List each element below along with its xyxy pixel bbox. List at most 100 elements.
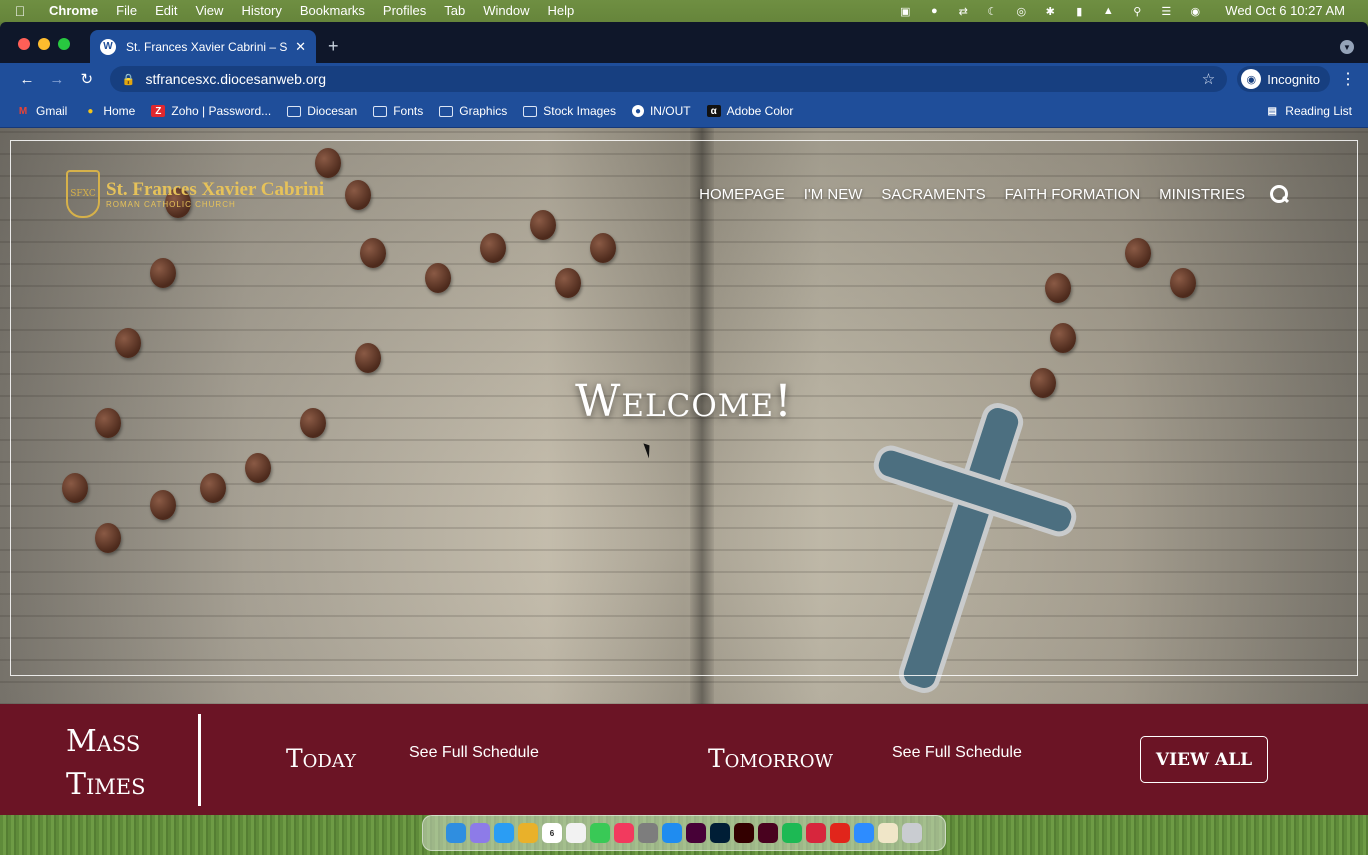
minimize-window-button[interactable] [38, 38, 50, 50]
chrome-menu-icon[interactable]: ⋮ [1340, 69, 1356, 89]
site-logo[interactable]: SFXC St. Frances Xavier Cabrini ROMAN CA… [66, 170, 324, 218]
back-button[interactable]: ← [12, 71, 42, 88]
bookmark-label: Diocesan [307, 104, 358, 118]
settings-icon[interactable] [638, 823, 658, 843]
window-controls [18, 38, 70, 50]
preview-icon[interactable] [878, 823, 898, 843]
trash-icon[interactable] [902, 823, 922, 843]
tab-strip: W St. Frances Xavier Cabrini – Sp ✕ + ▼ [0, 22, 1368, 63]
folder-icon [523, 105, 538, 117]
bookmark-graphics[interactable]: Graphics [431, 104, 515, 118]
search-icon[interactable] [1270, 185, 1288, 203]
reading-list-button[interactable]: ▤ Reading List [1257, 104, 1360, 118]
bookmark-stock-images[interactable]: Stock Images [515, 104, 624, 118]
display-icon[interactable]: ▣ [897, 5, 913, 18]
creative-cloud-icon[interactable]: ● [926, 5, 942, 17]
bookmark-in-out[interactable]: ● IN/OUT [624, 104, 699, 118]
folder-icon [373, 105, 388, 117]
nav-ministries[interactable]: MINISTRIES [1159, 186, 1245, 203]
address-bar[interactable]: 🔒 stfrancesxc.diocesanweb.org ☆ [109, 66, 1228, 92]
lock-icon[interactable]: 🔒 [122, 73, 136, 86]
menu-profiles[interactable]: Profiles [374, 0, 435, 22]
menu-clock[interactable]: Wed Oct 6 10:27 AM [1216, 0, 1354, 22]
calendar-icon[interactable]: 6 [542, 823, 562, 843]
forward-button[interactable]: → [42, 71, 72, 88]
bookmark-adobe-color[interactable]: α Adobe Color [699, 104, 802, 118]
bookmark-label: Home [103, 104, 136, 118]
launchpad-icon[interactable] [470, 823, 490, 843]
siri-icon[interactable]: ◉ [1187, 5, 1203, 18]
profile-button[interactable]: ◉ Incognito [1237, 66, 1331, 92]
bookmark-label: Gmail [36, 104, 68, 118]
active-tab[interactable]: W St. Frances Xavier Cabrini – Sp ✕ [90, 30, 316, 63]
sync-icon[interactable]: ⇄ [955, 5, 971, 18]
bookmark-diocesan[interactable]: Diocesan [279, 104, 365, 118]
reload-button[interactable]: ↻ [72, 70, 102, 88]
site-navigation: HOMEPAGE I'M NEW SACRAMENTS FAITH FORMAT… [699, 185, 1288, 203]
illustrator-icon[interactable] [734, 823, 754, 843]
bookmark-label: Stock Images [543, 104, 616, 118]
menu-history[interactable]: History [232, 0, 290, 22]
bookmark-star-icon[interactable]: ☆ [1202, 70, 1215, 88]
spotify-icon[interactable] [782, 823, 802, 843]
screen-sharing-icon[interactable] [806, 823, 826, 843]
bookmark-gmail[interactable]: M Gmail [8, 104, 75, 118]
view-all-button[interactable]: VIEW ALL [1140, 736, 1268, 783]
nav-homepage[interactable]: HOMEPAGE [699, 186, 785, 203]
chrome-icon[interactable] [518, 823, 538, 843]
moon-icon[interactable]: ☾ [984, 5, 1000, 18]
safari-icon[interactable] [494, 823, 514, 843]
close-window-button[interactable] [18, 38, 30, 50]
menu-help[interactable]: Help [539, 0, 584, 22]
nav-faith-formation[interactable]: FAITH FORMATION [1005, 186, 1141, 203]
web-page: SFXC St. Frances Xavier Cabrini ROMAN CA… [0, 128, 1368, 815]
menu-file[interactable]: File [107, 0, 146, 22]
bookmark-home[interactable]: ● Home [75, 104, 143, 118]
logo-subtitle: ROMAN CATHOLIC CHURCH [106, 199, 236, 209]
wifi-icon[interactable]: ▲ [1100, 5, 1116, 17]
airdrop-icon[interactable]: ◎ [1013, 5, 1029, 18]
menu-view[interactable]: View [186, 0, 232, 22]
music-icon[interactable] [614, 823, 634, 843]
tomorrow-schedule-link[interactable]: See Full Schedule [892, 744, 1022, 762]
adobe-xd-icon[interactable] [686, 823, 706, 843]
bookmark-label: Graphics [459, 104, 508, 118]
menu-edit[interactable]: Edit [146, 0, 186, 22]
menu-tab[interactable]: Tab [435, 0, 474, 22]
today-label: Today [286, 744, 357, 773]
today-schedule-link[interactable]: See Full Schedule [409, 744, 539, 762]
battery-icon[interactable]: ▮ [1071, 5, 1087, 18]
menu-app-name[interactable]: Chrome [40, 0, 107, 22]
zoom-window-button[interactable] [58, 38, 70, 50]
close-tab-icon[interactable]: ✕ [295, 39, 306, 55]
indesign-icon[interactable] [758, 823, 778, 843]
nav-im-new[interactable]: I'M NEW [804, 186, 863, 203]
nav-sacraments[interactable]: SACRAMENTS [881, 186, 985, 203]
apple-icon[interactable]:  [0, 3, 40, 19]
reading-list-label: Reading List [1285, 104, 1352, 118]
menu-window[interactable]: Window [474, 0, 538, 22]
clock-icon: ● [631, 105, 644, 117]
zoom-icon[interactable] [854, 823, 874, 843]
zoho-icon: Z [151, 105, 166, 117]
bookmark-zoho[interactable]: Z Zoho | Password... [143, 104, 279, 118]
profile-label: Incognito [1267, 71, 1321, 87]
reminders-icon[interactable] [566, 823, 586, 843]
control-center-icon[interactable]: ☰ [1158, 5, 1174, 18]
lightroom-icon[interactable] [710, 823, 730, 843]
bookmark-label: Fonts [393, 104, 424, 118]
tab-search-icon[interactable]: ▼ [1340, 40, 1354, 54]
menu-bookmarks[interactable]: Bookmarks [291, 0, 374, 22]
finder-icon[interactable] [446, 823, 466, 843]
acrobat-icon[interactable] [830, 823, 850, 843]
logo-mark-text: SFXC [70, 189, 96, 199]
bluetooth-icon[interactable]: ✱ [1042, 5, 1058, 18]
logo-name: St. Frances Xavier Cabrini [106, 178, 325, 200]
reading-list-icon: ▤ [1267, 105, 1277, 117]
url-text[interactable]: stfrancesxc.diocesanweb.org [146, 71, 1202, 87]
app-store-icon[interactable] [662, 823, 682, 843]
new-tab-button[interactable]: + [328, 36, 339, 57]
messages-icon[interactable] [590, 823, 610, 843]
bookmark-fonts[interactable]: Fonts [365, 104, 431, 118]
spotlight-search-icon[interactable]: ⚲ [1129, 5, 1145, 18]
